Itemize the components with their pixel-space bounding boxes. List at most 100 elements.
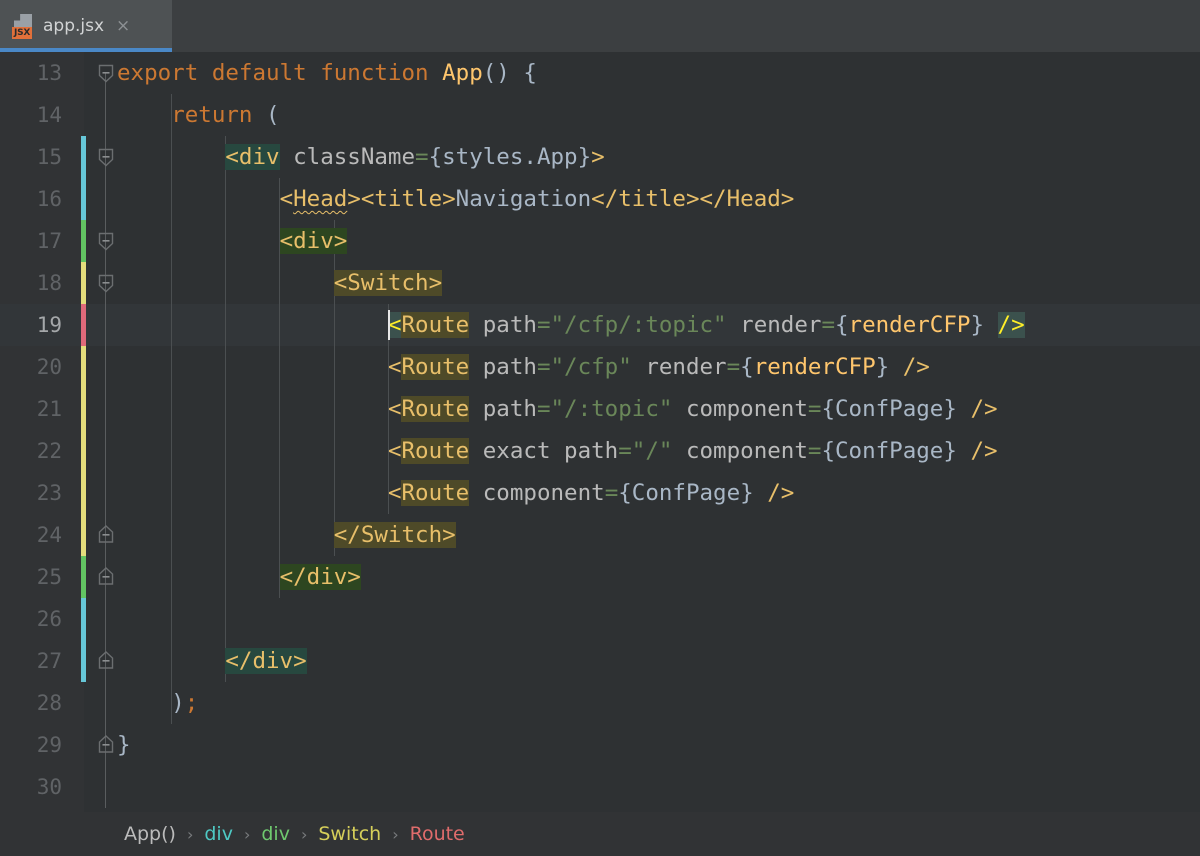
code-token: renderCFP <box>754 354 876 380</box>
code-token: {ConfPage} <box>821 438 956 464</box>
code-token <box>469 438 483 464</box>
code-line[interactable]: </Switch> <box>117 514 1200 556</box>
line-number[interactable]: 20 <box>0 346 62 388</box>
line-number[interactable]: 26 <box>0 598 62 640</box>
code-token <box>117 480 388 506</box>
breadcrumb-item-app[interactable]: App() <box>124 823 176 845</box>
fold-expand-icon[interactable] <box>96 724 116 766</box>
code-token <box>632 354 646 380</box>
line-number[interactable]: 22 <box>0 430 62 472</box>
code-token: "/cfp/:topic" <box>551 312 727 338</box>
code-token <box>117 522 334 548</box>
fold-collapse-icon[interactable] <box>96 220 116 262</box>
code-token <box>117 144 225 170</box>
code-editor[interactable]: 131415161718192021222324252627282930 exp… <box>0 52 1200 812</box>
code-token <box>117 270 334 296</box>
code-token: < <box>388 354 402 380</box>
editor-tab-app-jsx[interactable]: JSX app.jsx × <box>0 0 172 52</box>
indent-level-stripe <box>81 556 86 598</box>
code-token: } <box>970 312 984 338</box>
code-line[interactable]: ); <box>117 682 1200 724</box>
line-number[interactable]: 19 <box>0 304 62 346</box>
code-token: Route <box>401 396 469 422</box>
fold-expand-icon[interactable] <box>96 640 116 682</box>
line-number[interactable]: 25 <box>0 556 62 598</box>
code-token: = <box>821 312 835 338</box>
line-number[interactable]: 17 <box>0 220 62 262</box>
code-line[interactable]: } <box>117 724 1200 766</box>
code-line[interactable]: return ( <box>117 94 1200 136</box>
code-line[interactable] <box>117 598 1200 640</box>
code-token <box>469 396 483 422</box>
line-number[interactable]: 23 <box>0 472 62 514</box>
code-token: "/cfp" <box>551 354 632 380</box>
code-token <box>469 354 483 380</box>
line-number[interactable]: 14 <box>0 94 62 136</box>
line-number[interactable]: 29 <box>0 724 62 766</box>
code-token <box>672 396 686 422</box>
line-number[interactable]: 13 <box>0 52 62 94</box>
ide-editor-window: JSX app.jsx × 13141516171819202122232425… <box>0 0 1200 856</box>
code-line[interactable]: export default function App() { <box>117 52 1200 94</box>
code-line[interactable]: <div className={styles.App}> <box>117 136 1200 178</box>
code-token <box>117 564 280 590</box>
code-line[interactable]: <Route component={ConfPage} /> <box>117 472 1200 514</box>
indent-level-stripe <box>81 178 86 220</box>
code-token <box>984 312 998 338</box>
line-number[interactable]: 21 <box>0 388 62 430</box>
code-token: exact <box>483 438 551 464</box>
code-token: <Switch> <box>334 270 442 296</box>
breadcrumb-item-div[interactable]: div <box>204 823 233 845</box>
fold-collapse-icon[interactable] <box>96 262 116 304</box>
code-token <box>280 144 294 170</box>
code-line[interactable]: </div> <box>117 640 1200 682</box>
code-line[interactable]: <Route path="/cfp" render={renderCFP} /> <box>117 346 1200 388</box>
indent-level-stripe <box>81 388 86 430</box>
code-token: render <box>740 312 821 338</box>
line-number[interactable]: 16 <box>0 178 62 220</box>
code-token: = <box>727 354 741 380</box>
code-token <box>469 312 483 338</box>
code-token: Route <box>401 312 469 338</box>
code-line[interactable]: <div> <box>117 220 1200 262</box>
code-token: render <box>645 354 726 380</box>
line-number[interactable]: 18 <box>0 262 62 304</box>
code-token <box>117 186 280 212</box>
line-number[interactable]: 15 <box>0 136 62 178</box>
fold-expand-icon[interactable] <box>96 556 116 598</box>
code-token <box>727 312 741 338</box>
code-line[interactable]: </div> <box>117 556 1200 598</box>
code-token <box>957 396 971 422</box>
close-icon[interactable]: × <box>116 18 130 35</box>
code-line[interactable]: <Route path="/cfp/:topic" render={render… <box>117 304 1200 346</box>
code-token: "/" <box>632 438 673 464</box>
code-text-layer[interactable]: export default function App() { return (… <box>117 52 1200 812</box>
text-cursor <box>388 310 390 340</box>
breadcrumb-item-div[interactable]: div <box>261 823 290 845</box>
code-token: </title></Head> <box>591 186 794 212</box>
line-number[interactable]: 28 <box>0 682 62 724</box>
code-line[interactable]: <Head><title>Navigation</title></Head> <box>117 178 1200 220</box>
code-line[interactable]: <Route path="/:topic" component={ConfPag… <box>117 388 1200 430</box>
line-number[interactable]: 27 <box>0 640 62 682</box>
code-token <box>117 396 388 422</box>
code-token: } <box>876 354 890 380</box>
code-token: <title> <box>361 186 456 212</box>
code-line[interactable]: <Route exact path="/" component={ConfPag… <box>117 430 1200 472</box>
breadcrumb-item-switch[interactable]: Switch <box>318 823 381 845</box>
breadcrumb-item-route[interactable]: Route <box>410 823 465 845</box>
code-token: < <box>388 312 402 338</box>
indent-level-stripe <box>81 430 86 472</box>
fold-collapse-icon[interactable] <box>96 52 116 94</box>
fold-collapse-icon[interactable] <box>96 136 116 178</box>
line-number[interactable]: 24 <box>0 514 62 556</box>
fold-expand-icon[interactable] <box>96 514 116 556</box>
indent-level-stripe <box>81 514 86 556</box>
code-token <box>469 480 483 506</box>
line-number[interactable]: 30 <box>0 766 62 808</box>
indent-level-stripe <box>81 262 86 304</box>
code-token: /> <box>970 396 997 422</box>
code-line[interactable]: <Switch> <box>117 262 1200 304</box>
code-line[interactable] <box>117 766 1200 808</box>
breadcrumb[interactable]: App()›div›div›Switch›Route <box>0 812 1200 856</box>
